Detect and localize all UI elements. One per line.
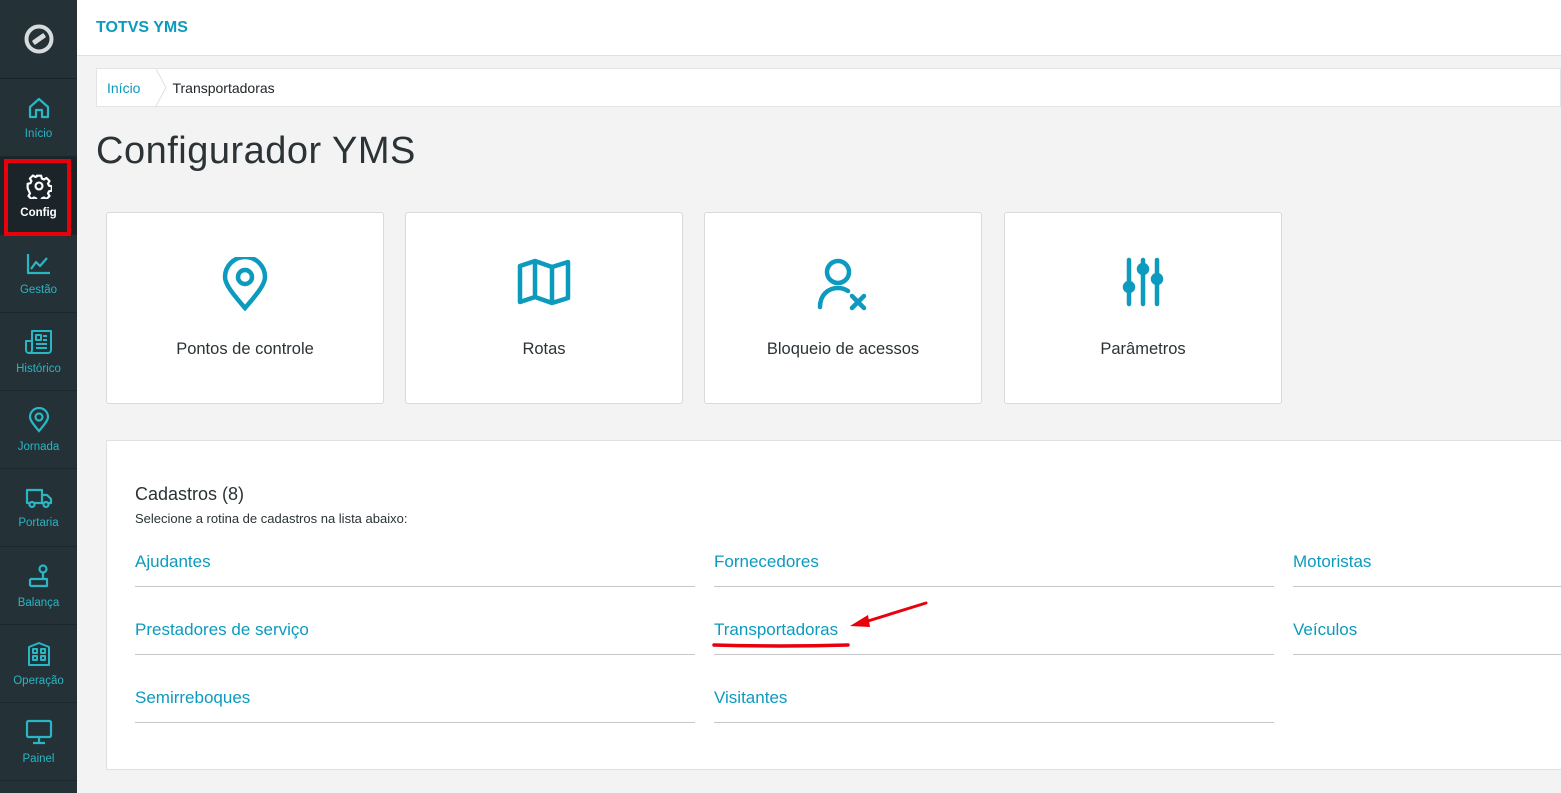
cadastros-heading: Cadastros (8) [135, 484, 245, 504]
link-ajudantes[interactable]: Ajudantes [135, 541, 695, 587]
link-motoristas[interactable]: Motoristas [1293, 541, 1561, 587]
breadcrumb-home-link[interactable]: Início [97, 69, 154, 106]
totvs-logo[interactable] [0, 0, 77, 79]
link-veiculos[interactable]: Veículos [1293, 609, 1561, 655]
sidebar-item-operacao[interactable]: Operação [0, 625, 77, 703]
sidebar-item-painel[interactable]: Painel [0, 703, 77, 781]
chart-icon [26, 253, 50, 274]
sidebar-item-balanca[interactable]: Balança [0, 547, 77, 625]
link-visitantes[interactable]: Visitantes [714, 677, 1274, 723]
breadcrumb-separator-icon [156, 69, 168, 106]
breadcrumb-current: Transportadoras [172, 79, 275, 96]
sidebar-item-label: Jornada [17, 440, 60, 453]
home-icon [28, 97, 49, 118]
sidebar-item-label: Balança [17, 596, 60, 609]
link-semirreboques[interactable]: Semirreboques [135, 677, 695, 723]
link-transportadoras[interactable]: Transportadoras [714, 609, 1274, 655]
link-prestadores-de-servico[interactable]: Prestadores de serviço [135, 609, 695, 655]
sidebar: Início Config Gestão Histórico Jornada P… [0, 0, 77, 793]
sidebar-item-gestao[interactable]: Gestão [0, 235, 77, 313]
sidebar-item-label: Portaria [18, 516, 59, 529]
main-content: TOTVS YMS Início Transportadoras Configu… [77, 0, 1561, 793]
cadastros-subtitle: Selecione a rotina de cadastros na lista… [135, 511, 408, 526]
card-parametros[interactable]: Parâmetros [1004, 212, 1282, 404]
top-bar: TOTVS YMS [77, 0, 1561, 56]
map-pin-icon [222, 257, 268, 311]
document-list-icon [24, 329, 52, 354]
card-label: Bloqueio de acessos [766, 340, 920, 358]
cadastros-panel: Cadastros (8) Selecione a rotina de cada… [106, 440, 1561, 770]
app-title: TOTVS YMS [96, 18, 188, 36]
monitor-icon [25, 719, 52, 744]
sidebar-item-label: Painel [22, 752, 55, 765]
card-rotas[interactable]: Rotas [405, 212, 683, 404]
gear-icon [26, 173, 52, 199]
building-icon [27, 641, 50, 666]
map-pin-icon [28, 406, 49, 433]
sidebar-item-jornada[interactable]: Jornada [0, 391, 77, 469]
sidebar-item-config[interactable]: Config [0, 157, 77, 236]
link-fornecedores[interactable]: Fornecedores [714, 541, 1274, 587]
user-block-icon [817, 258, 867, 311]
map-icon [517, 258, 571, 306]
breadcrumb: Início Transportadoras [96, 68, 1561, 107]
card-label: Rotas [522, 340, 566, 358]
sidebar-item-label: Gestão [19, 283, 58, 296]
truck-icon [25, 488, 52, 508]
sidebar-item-label: Histórico [16, 362, 61, 375]
scale-icon [28, 563, 48, 587]
page-title: Configurador YMS [96, 130, 416, 172]
sliders-icon [1122, 257, 1164, 307]
card-label: Parâmetros [1100, 340, 1186, 358]
sidebar-item-label: Início [24, 127, 53, 140]
sidebar-item-portaria[interactable]: Portaria [0, 469, 77, 547]
card-bloqueio-de-acessos[interactable]: Bloqueio de acessos [704, 212, 982, 404]
sidebar-item-historico[interactable]: Histórico [0, 313, 77, 391]
logo-icon [24, 24, 53, 54]
card-pontos-de-controle[interactable]: Pontos de controle [106, 212, 384, 404]
sidebar-item-label: Config [20, 206, 57, 219]
card-label: Pontos de controle [176, 340, 314, 358]
sidebar-item-label: Operação [13, 674, 64, 687]
sidebar-item-inicio[interactable]: Início [0, 79, 77, 157]
